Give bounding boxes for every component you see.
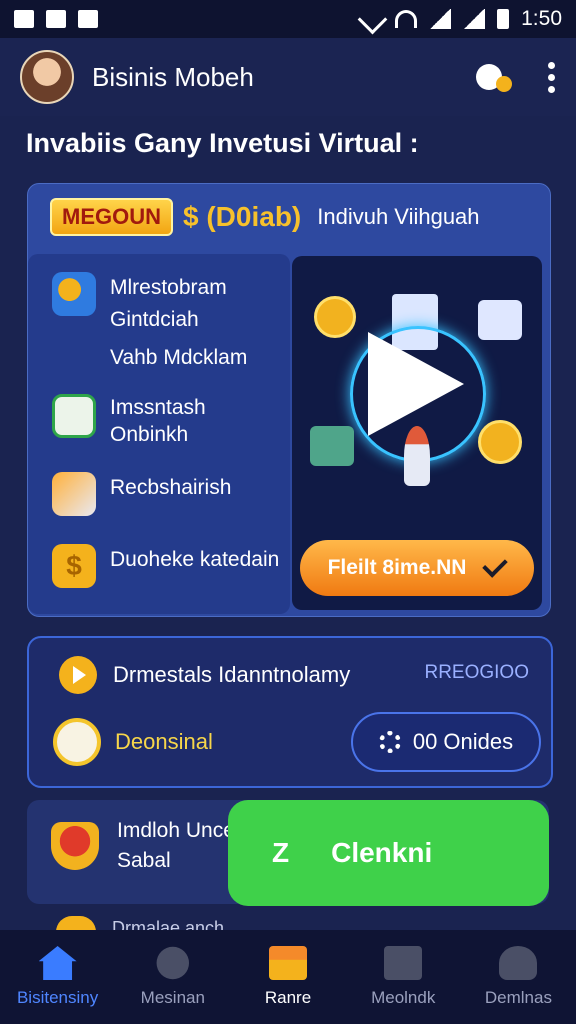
feature-list: Mlrestobram Gintdciah Vahb Mdcklam Imssn… [28,254,290,614]
promo-subtitle: Indivuh Viihguah [317,204,480,229]
avatar[interactable] [20,50,74,104]
wifi-icon [395,10,418,28]
more-menu-icon[interactable] [548,61,556,93]
app-bar: Bisinis Mobeh [0,38,576,116]
bottom-nav: Bisitensiny Mesinan Ranre Meolndk Demlna… [0,930,576,1024]
rocket-icon [404,426,430,486]
nav-label: Demlnas [484,988,552,1007]
shop-icon [269,946,307,980]
mute-icon [357,4,388,34]
orders-button[interactable]: 00 Onides [351,712,541,772]
battery-icon [497,9,510,29]
info-tag: RREOGIOO [424,662,529,683]
feature-line: Onbinkh [110,423,189,446]
feature-line: Gintdciah [110,308,199,331]
bank-icon [52,272,96,316]
coin-icon [478,420,522,464]
brush-icon [53,718,101,766]
green-button-label: Clenkni [331,837,433,868]
play-circle-icon [59,656,97,694]
coin-icon [314,296,356,338]
nav-label: Ranre [264,988,312,1007]
nav-label: Mesinan [140,988,205,1007]
promo-card: MEGOUN $ (D0iab) Indivuh Viihguah Mlrest… [27,183,551,617]
feature-item[interactable]: Mlrestobram Gintdciah Vahb Mdcklam [52,272,247,374]
promo-badge: MEGOUN [50,198,173,236]
app-title: Bisinis Mobeh [92,61,254,92]
chart-icon [52,394,96,438]
status-bar: 1:50 [0,0,576,38]
nav-label: Bisitensiny [16,988,99,1007]
nav-item-ranre[interactable]: Ranre [230,930,345,1024]
promo-illustration[interactable]: Fleilt 8ime.NN [292,256,542,610]
feature-line: Vahb Mdcklam [110,346,248,369]
green-button-prefix: Z [272,837,290,868]
dollar-icon: $ [52,544,96,588]
feature-line: Duoheke katedain [110,548,280,571]
nav-item-home[interactable]: Bisitensiny [0,930,115,1024]
notification-icon [78,10,98,28]
signal-icon [429,9,452,29]
home-icon [38,946,77,980]
person-icon [156,946,190,980]
info-card: Drmestals Idanntnolamy RREOGIOO Deonsina… [27,636,553,788]
feature-item[interactable]: $ Duoheke katedain [52,544,279,588]
third-card-line: Imdloh Unce [117,819,235,842]
nav-label: Meolndk [371,988,436,1007]
document-icon [384,946,423,980]
notification-icon [14,10,34,28]
orders-button-label: 00 Onides [412,729,514,754]
rocket-icon [52,472,96,516]
gear-icon [378,731,401,753]
feature-item[interactable]: Imssntash Onbinkh [52,394,206,448]
promo-action-label: Fleilt 8ime.NN [327,556,467,579]
feature-line: Mlrestobram [110,276,227,299]
checkmark-icon [482,552,509,578]
info-sub-row: Deonsinal [53,718,213,766]
feature-line: Recbshairish [110,476,232,499]
promo-header: MEGOUN $ (D0iab) Indivuh Viihguah [50,198,480,236]
nav-item-demlnas[interactable]: Demlnas [461,930,576,1024]
promo-price: $ (D0iab) [183,201,302,232]
play-icon[interactable] [368,332,464,436]
green-action-button[interactable]: Z Clenkni [228,800,549,906]
third-card-line: Sabal [117,849,171,872]
nav-item-mesinan[interactable]: Mesinan [115,930,230,1024]
status-time: 1:50 [521,7,562,30]
safe-icon [310,426,354,466]
cube-icon [478,300,522,340]
feature-line: Imssntash [110,396,206,419]
user-icon [499,946,538,980]
feature-item[interactable]: Recbshairish [52,472,231,516]
info-row-text: Drmestals Idanntnolamy [113,662,351,687]
page-heading: Invabiis Ganу Invetusi Virtual : [26,128,419,158]
info-sub-text: Deonsinal [115,729,213,754]
signal-icon [463,9,486,29]
promo-action-button[interactable]: Fleilt 8ime.NN [300,540,534,596]
notification-icon [46,10,66,28]
info-row[interactable]: Drmestals Idanntnolamy [59,656,350,694]
nav-item-meolndk[interactable]: Meolndk [346,930,461,1024]
shield-icon [51,822,99,870]
coins-icon[interactable] [476,60,512,94]
